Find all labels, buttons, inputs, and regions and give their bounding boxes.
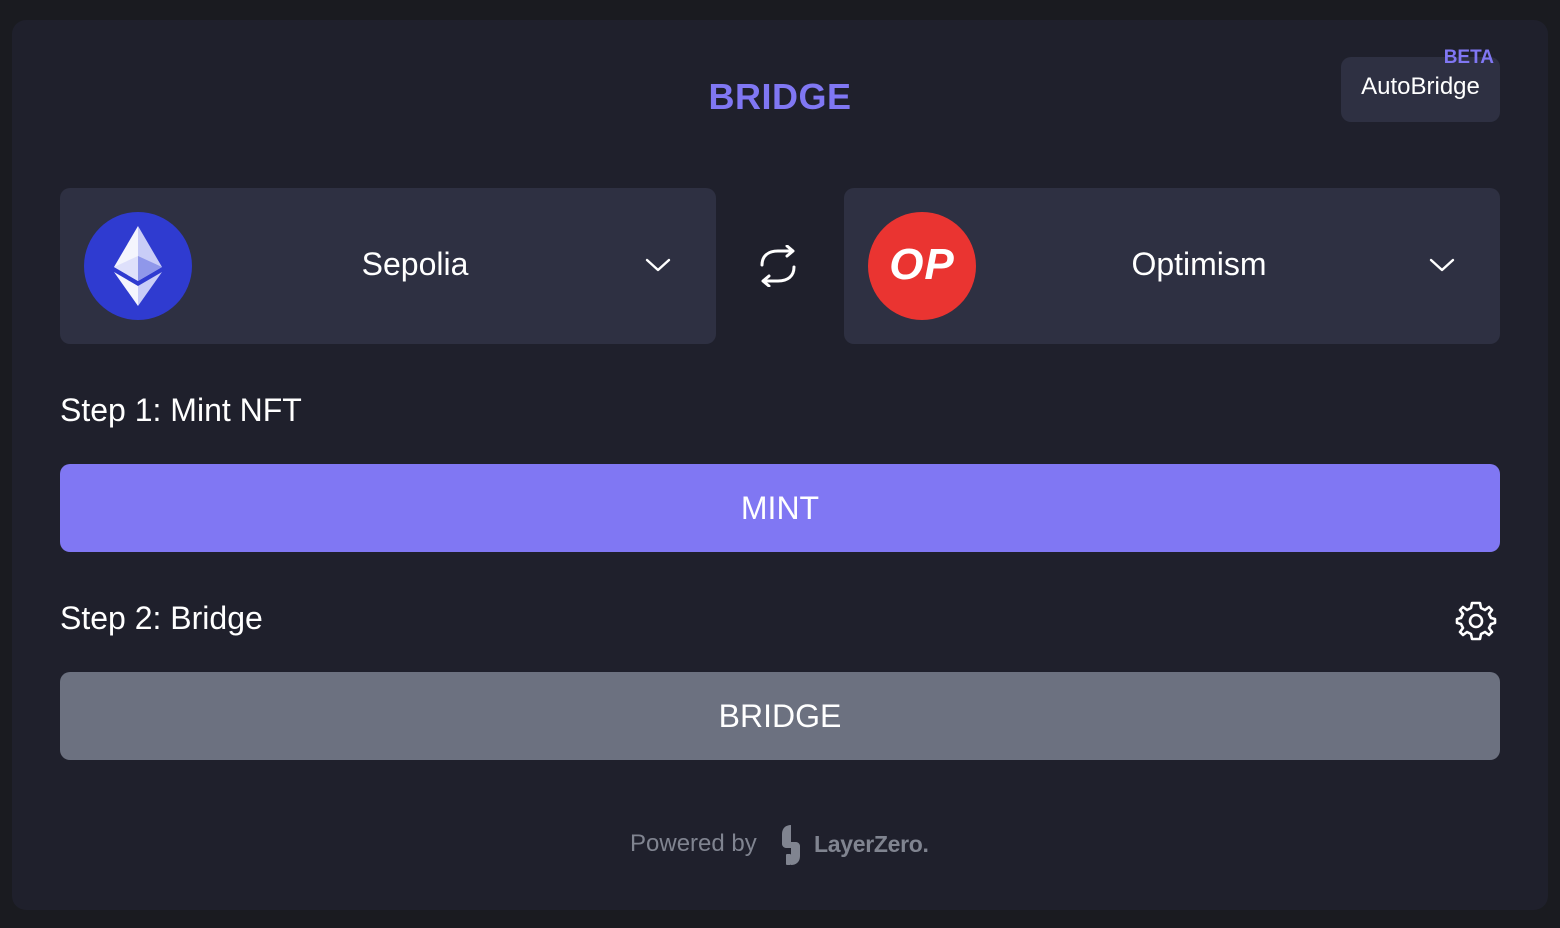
page-title: BRIDGE (708, 76, 852, 117)
destination-chain-name: Optimism (1131, 246, 1267, 282)
chevron-down-icon (645, 256, 671, 274)
step2-label: Step 2: Bridge (60, 600, 263, 636)
destination-chain-select[interactable]: OP Optimism (844, 188, 1500, 344)
source-chain-select[interactable]: Sepolia (60, 188, 716, 344)
beta-badge: BETA (1443, 47, 1494, 68)
layerzero-logo-icon (778, 824, 804, 866)
optimism-icon: OP (868, 212, 976, 320)
autobridge-label: AutoBridge (1361, 73, 1480, 100)
bridge-button[interactable]: BRIDGE (60, 672, 1500, 760)
bridge-card: BRIDGE BETA AutoBridge Sepolia OP Optimi… (12, 20, 1548, 910)
mint-button[interactable]: MINT (60, 464, 1500, 552)
ethereum-icon (84, 212, 192, 320)
autobridge-button[interactable]: BETA AutoBridge (1341, 47, 1500, 122)
layerzero-brand: LayerZero. (814, 831, 929, 857)
source-chain-name: Sepolia (361, 246, 469, 282)
gear-icon[interactable] (1455, 600, 1497, 642)
swap-chains-icon[interactable] (754, 244, 802, 288)
powered-by-text: Powered by (630, 830, 757, 857)
optimism-logo-text: OP (889, 240, 955, 289)
chevron-down-icon (1429, 256, 1455, 274)
step1-label: Step 1: Mint NFT (60, 392, 302, 428)
